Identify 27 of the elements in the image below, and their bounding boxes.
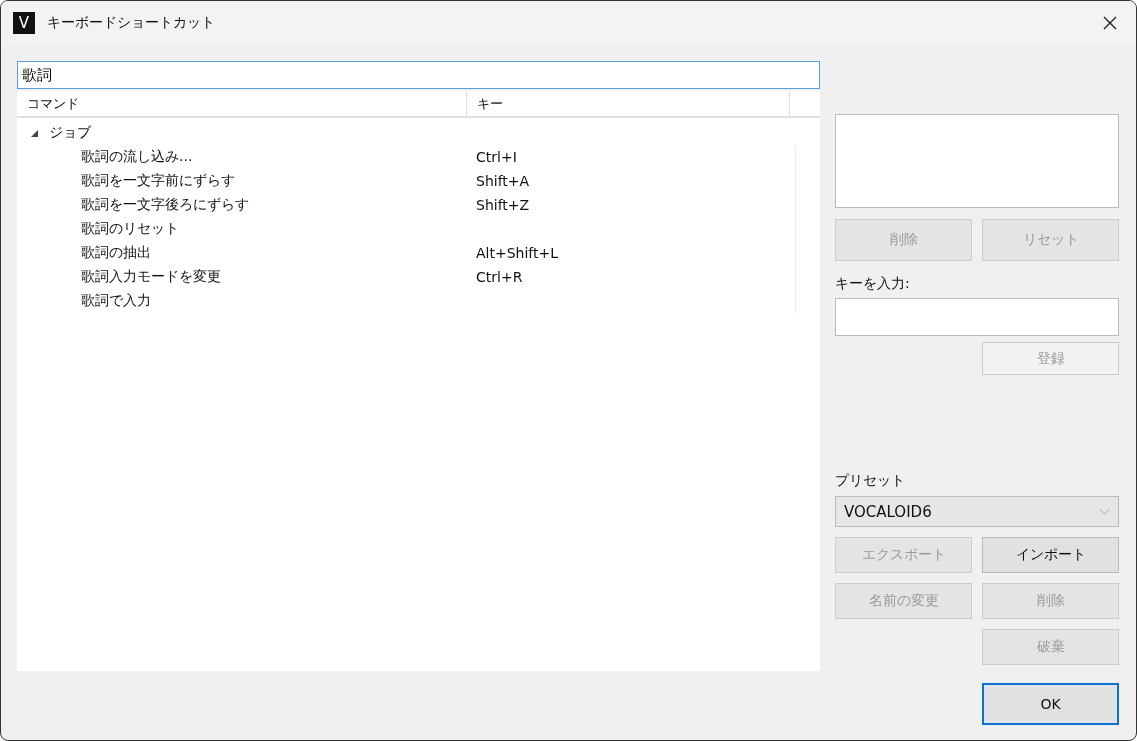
close-icon[interactable] [1102,15,1118,31]
preset-action-button[interactable]: インポート [982,537,1119,573]
command-cell[interactable]: 歌詞の抽出 [17,244,476,262]
column-header[interactable]: コマンド [17,91,467,116]
preset-dropdown[interactable]: VOCALOID6 [835,496,1119,527]
shortcut-key-cell: Ctrl+R [476,269,523,285]
command-cell[interactable]: 歌詞の流し込み... [17,148,476,166]
key-input-field[interactable] [835,298,1119,336]
app-logo: V [13,12,35,34]
expand-triangle-icon[interactable] [30,128,39,138]
chevron-down-icon [1099,508,1110,515]
shortcut-key-cell: Shift+Z [476,197,530,213]
command-cell[interactable]: 歌詞のリセット [17,220,476,238]
window-title: キーボードショートカット [47,14,216,32]
search-field[interactable]: 歌詞 [17,61,820,89]
preset-label: プリセット [835,472,906,490]
tree-group-label[interactable]: ジョブ [49,124,91,142]
ok-button[interactable]: OK [982,683,1119,725]
command-cell[interactable]: 歌詞入力モードを変更 [17,268,476,286]
key-input-label: キーを入力: [835,275,911,293]
shortcut-key-cell: Shift+A [476,173,530,189]
command-cell[interactable]: 歌詞を一文字前にずらす [17,172,476,190]
column-header[interactable]: キー [467,91,790,116]
command-cell[interactable]: 歌詞で入力 [17,292,476,310]
shortcut-key-cell: Alt+Shift+L [476,245,559,261]
command-cell[interactable]: 歌詞を一文字後ろにずらす [17,196,476,214]
shortcut-key-cell: Ctrl+I [476,149,517,165]
